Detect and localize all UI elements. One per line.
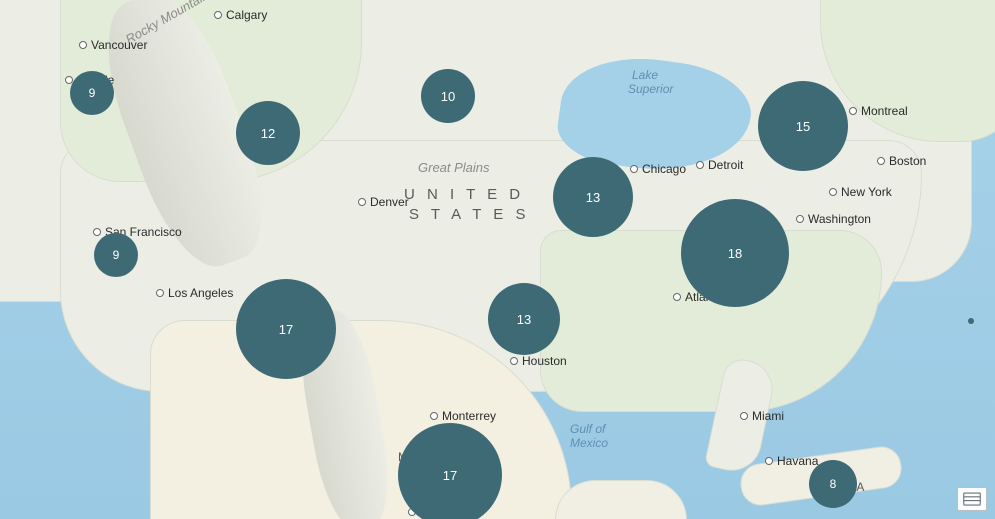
cluster-marker[interactable]: 8 — [809, 460, 857, 508]
cluster-marker[interactable]: 18 — [681, 199, 789, 307]
table-icon — [963, 492, 981, 506]
cluster-count: 8 — [830, 477, 837, 491]
cluster-count: 17 — [443, 468, 457, 483]
cluster-marker[interactable]: 17 — [398, 423, 502, 519]
cluster-marker[interactable]: 13 — [553, 157, 633, 237]
attribute-table-button[interactable] — [957, 487, 987, 511]
cluster-count: 18 — [728, 246, 742, 261]
cluster-count: 12 — [261, 126, 275, 141]
land-yucatan — [555, 480, 687, 519]
cluster-count: 9 — [89, 86, 96, 100]
cluster-count: 10 — [441, 89, 455, 104]
cluster-marker[interactable]: 9 — [94, 233, 138, 277]
islet-marker — [968, 318, 974, 324]
cluster-marker[interactable]: 12 — [236, 101, 300, 165]
cluster-marker[interactable]: 9 — [70, 71, 114, 115]
cluster-count: 15 — [796, 119, 810, 134]
map-viewport[interactable]: Rocky Mountains Great Plains U N I T E D… — [0, 0, 995, 519]
cluster-count: 13 — [517, 312, 531, 327]
cluster-count: 13 — [586, 190, 600, 205]
cluster-marker[interactable]: 15 — [758, 81, 848, 171]
cluster-marker[interactable]: 10 — [421, 69, 475, 123]
cluster-marker[interactable]: 13 — [488, 283, 560, 355]
cluster-count: 9 — [113, 248, 120, 262]
cluster-marker[interactable]: 17 — [236, 279, 336, 379]
cluster-count: 17 — [279, 322, 293, 337]
